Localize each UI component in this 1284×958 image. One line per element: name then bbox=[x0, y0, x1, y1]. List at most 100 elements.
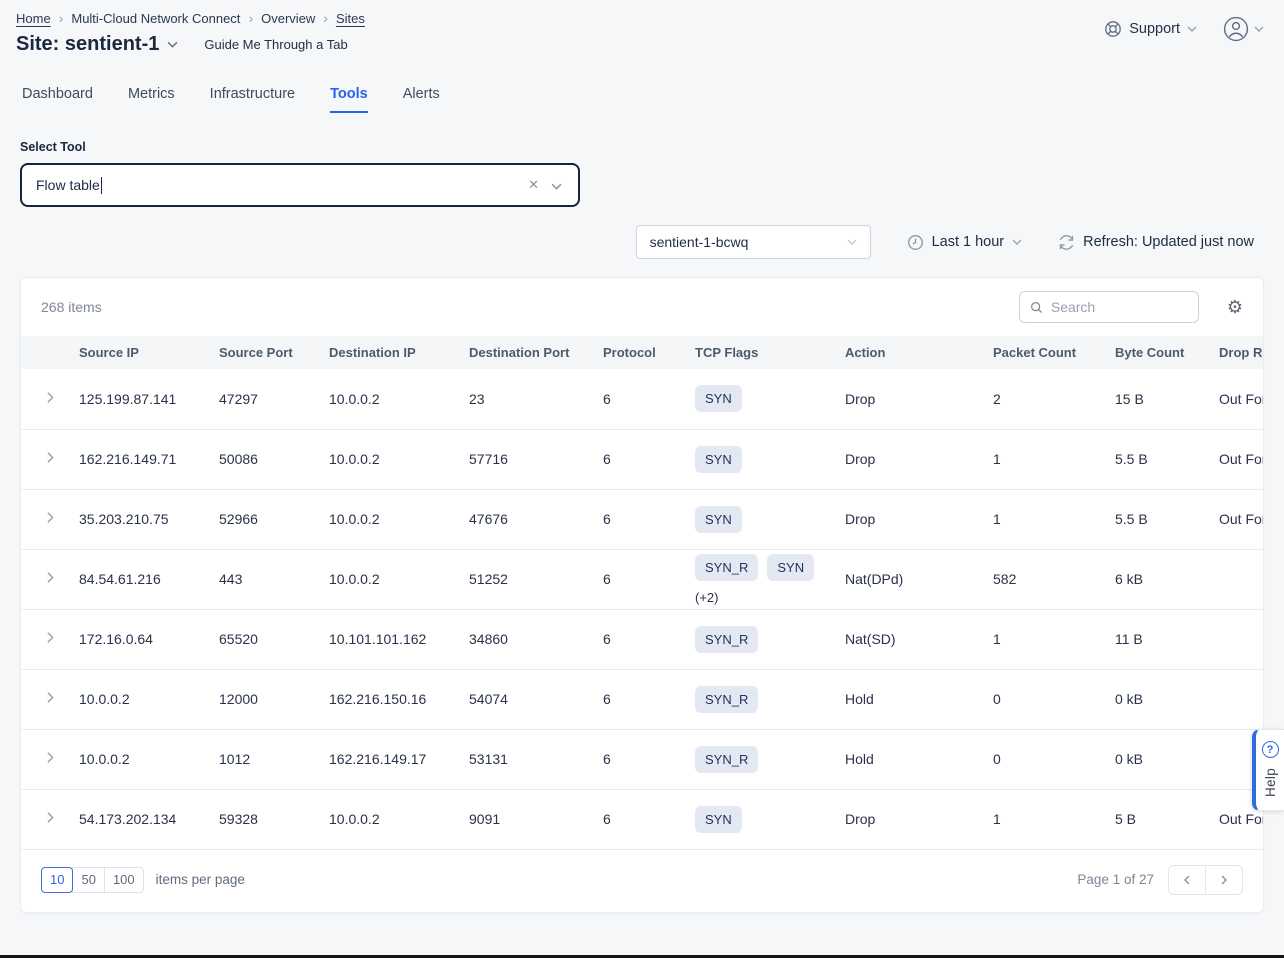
cell-drop-reason bbox=[1219, 549, 1263, 609]
help-tab[interactable]: ? Help bbox=[1252, 729, 1284, 811]
cell-tcp-flags: SYN bbox=[695, 369, 845, 429]
cell-source-ip: 35.203.210.75 bbox=[79, 489, 219, 549]
row-expand-icon[interactable] bbox=[40, 807, 61, 831]
cell-tcp-flags: SYN_R bbox=[695, 729, 845, 789]
select-tool-label: Select Tool bbox=[20, 140, 1284, 154]
cell-action: Hold bbox=[845, 729, 993, 789]
column-header-destination-ip: Destination IP bbox=[329, 336, 469, 369]
support-menu[interactable]: Support bbox=[1104, 20, 1197, 38]
chevron-down-icon bbox=[1254, 26, 1264, 32]
table-row[interactable]: 125.199.87.1414729710.0.0.2236SYNDrop215… bbox=[21, 369, 1263, 429]
cell-source-ip: 125.199.87.141 bbox=[79, 369, 219, 429]
guide-me-link[interactable]: Guide Me Through a Tab bbox=[204, 37, 347, 52]
cell-source-port: 59328 bbox=[219, 789, 329, 849]
page-size-50[interactable]: 50 bbox=[72, 867, 104, 893]
cell-packet-count: 1 bbox=[993, 429, 1115, 489]
cell-action: Drop bbox=[845, 369, 993, 429]
node-select[interactable]: sentient-1-bcwq bbox=[636, 225, 871, 259]
clock-icon bbox=[907, 234, 924, 251]
search-icon bbox=[1030, 300, 1043, 315]
breadcrumb-item[interactable]: Overview bbox=[261, 11, 315, 26]
column-header-action: Action bbox=[845, 336, 993, 369]
breadcrumb-item[interactable]: Home bbox=[16, 11, 51, 26]
flow-table: Source IPSource PortDestination IPDestin… bbox=[21, 336, 1263, 850]
row-expand-icon[interactable] bbox=[40, 747, 61, 771]
table-row[interactable]: 10.0.0.21012162.216.149.17531316SYN_RHol… bbox=[21, 729, 1263, 789]
site-title-dropdown[interactable]: Site: sentient-1 bbox=[16, 33, 178, 56]
gear-icon[interactable]: ⚙ bbox=[1227, 298, 1243, 316]
breadcrumb-separator-icon: › bbox=[248, 10, 253, 26]
tab-metrics[interactable]: Metrics bbox=[128, 86, 175, 113]
chevron-down-icon[interactable] bbox=[545, 173, 564, 197]
cell-destination-ip: 10.0.0.2 bbox=[329, 489, 469, 549]
time-range-label: Last 1 hour bbox=[932, 234, 1005, 250]
row-expand-icon[interactable] bbox=[40, 687, 61, 711]
clear-icon[interactable]: ✕ bbox=[522, 173, 545, 197]
cell-packet-count: 2 bbox=[993, 369, 1115, 429]
table-body: 125.199.87.1414729710.0.0.2236SYNDrop215… bbox=[21, 369, 1263, 849]
cell-byte-count: 11 B bbox=[1115, 609, 1219, 669]
chevron-left-icon bbox=[1181, 874, 1193, 886]
page-size-100[interactable]: 100 bbox=[104, 867, 144, 893]
time-range-select[interactable]: Last 1 hour bbox=[907, 234, 1023, 251]
column-header-destination-port: Destination Port bbox=[469, 336, 603, 369]
table-row[interactable]: 35.203.210.755296610.0.0.2476766SYNDrop1… bbox=[21, 489, 1263, 549]
tab-bar: Dashboard Metrics Infrastructure Tools Alert… bbox=[0, 86, 1284, 113]
table-footer: 1050100 items per page Page 1 of 27 bbox=[21, 850, 1263, 912]
row-expand-icon[interactable] bbox=[40, 447, 61, 471]
cell-destination-port: 34860 bbox=[469, 609, 603, 669]
tool-select-value: Flow table bbox=[36, 177, 100, 193]
table-row[interactable]: 84.54.61.21644310.0.0.2512526SYN_RSYN(+2… bbox=[21, 549, 1263, 609]
avatar-icon bbox=[1223, 16, 1249, 42]
row-expand-icon[interactable] bbox=[40, 567, 61, 591]
flow-table-card: 268 items ⚙ Source IPSource PortDestinat… bbox=[20, 277, 1264, 913]
refresh-button[interactable]: Refresh: Updated just now bbox=[1058, 234, 1254, 251]
cell-destination-ip: 162.216.149.17 bbox=[329, 729, 469, 789]
tcp-flag-badge: SYN bbox=[695, 385, 742, 412]
column-header-expand bbox=[21, 336, 79, 369]
column-header-protocol: Protocol bbox=[603, 336, 695, 369]
cell-action: Drop bbox=[845, 429, 993, 489]
cell-destination-port: 47676 bbox=[469, 489, 603, 549]
tab-tools[interactable]: Tools bbox=[330, 86, 368, 113]
account-menu[interactable] bbox=[1223, 16, 1264, 42]
cell-destination-ip: 10.0.0.2 bbox=[329, 369, 469, 429]
breadcrumb-item[interactable]: Sites bbox=[336, 11, 365, 26]
cell-byte-count: 0 kB bbox=[1115, 669, 1219, 729]
column-header-tcp-flags: TCP Flags bbox=[695, 336, 845, 369]
cell-packet-count: 1 bbox=[993, 489, 1115, 549]
table-row[interactable]: 162.216.149.715008610.0.0.2577166SYNDrop… bbox=[21, 429, 1263, 489]
cell-drop-reason bbox=[1219, 669, 1263, 729]
cell-action: Drop bbox=[845, 789, 993, 849]
cell-protocol: 6 bbox=[603, 489, 695, 549]
search-input[interactable] bbox=[1051, 299, 1188, 315]
prev-page-button[interactable] bbox=[1168, 865, 1206, 895]
row-expand-icon[interactable] bbox=[40, 507, 61, 531]
breadcrumb-item[interactable]: Multi-Cloud Network Connect bbox=[71, 11, 240, 26]
table-toolbar: sentient-1-bcwq Last 1 hour Refresh: Upd… bbox=[0, 225, 1254, 259]
cell-destination-port: 53131 bbox=[469, 729, 603, 789]
cell-byte-count: 15 B bbox=[1115, 369, 1219, 429]
table-row[interactable]: 10.0.0.212000162.216.150.16540746SYN_RHo… bbox=[21, 669, 1263, 729]
cell-protocol: 6 bbox=[603, 669, 695, 729]
table-header-row: Source IPSource PortDestination IPDestin… bbox=[21, 336, 1263, 369]
table-row[interactable]: 172.16.0.646552010.101.101.162348606SYN_… bbox=[21, 609, 1263, 669]
next-page-button[interactable] bbox=[1205, 865, 1243, 895]
page-size-10[interactable]: 10 bbox=[41, 867, 73, 893]
tab-alerts[interactable]: Alerts bbox=[403, 86, 440, 113]
cell-source-ip: 10.0.0.2 bbox=[79, 729, 219, 789]
breadcrumb-separator-icon: › bbox=[59, 10, 64, 26]
search-box[interactable] bbox=[1019, 291, 1199, 323]
tab-infrastructure[interactable]: Infrastructure bbox=[210, 86, 295, 113]
row-expand-icon[interactable] bbox=[40, 627, 61, 651]
cell-drop-reason: Out For bbox=[1219, 489, 1263, 549]
table-row[interactable]: 54.173.202.1345932810.0.0.290916SYNDrop1… bbox=[21, 789, 1263, 849]
tab-dashboard[interactable]: Dashboard bbox=[22, 86, 93, 113]
cell-tcp-flags: SYN bbox=[695, 489, 845, 549]
row-expand-icon[interactable] bbox=[40, 387, 61, 411]
breadcrumb-separator-icon: › bbox=[323, 10, 328, 26]
cell-source-port: 65520 bbox=[219, 609, 329, 669]
chevron-down-icon bbox=[1012, 239, 1022, 245]
cell-byte-count: 5 B bbox=[1115, 789, 1219, 849]
tool-select-input[interactable]: Flow table ✕ bbox=[20, 163, 580, 207]
